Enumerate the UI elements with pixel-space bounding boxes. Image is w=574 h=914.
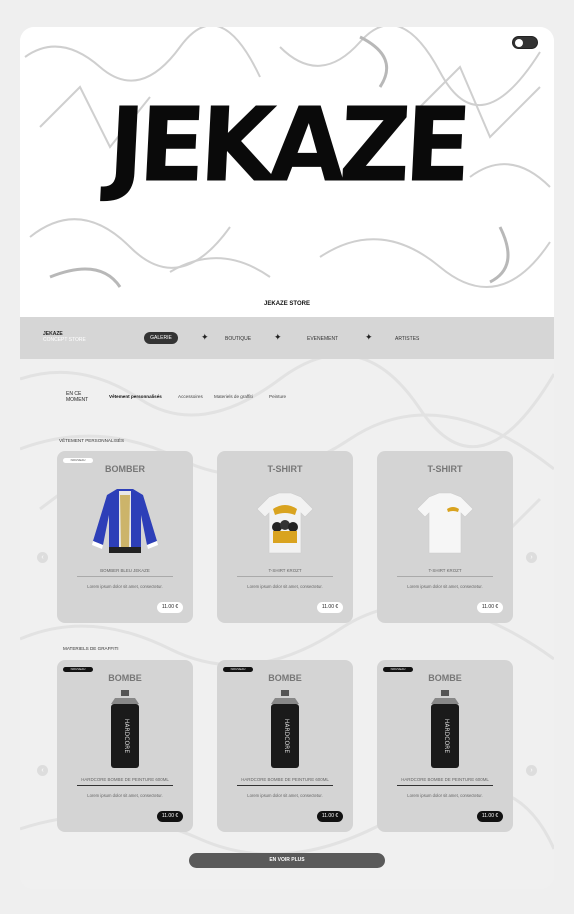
tab-vetement[interactable]: Vêtement personnalisés <box>109 394 162 399</box>
product-card[interactable]: NOUVEAU BOMBER BOMBER BLEU JEKAZE Lorem … <box>57 451 193 623</box>
card-title: BOMBER <box>105 464 145 474</box>
product-name: HARDCORE BOMBE DE PEINTURE 600ML <box>241 777 329 782</box>
product-card[interactable]: NOUVEAU BOMBE HARDCORE HARDCORE BOMBE DE… <box>377 660 513 832</box>
divider <box>237 576 333 577</box>
price-tag[interactable]: 11.00 € <box>157 602 183 613</box>
brand[interactable]: JEKAZE CONCEPT STORE <box>43 331 86 343</box>
new-badge: NOUVEAU <box>223 667 253 672</box>
nav-item-galerie[interactable]: GALERIE <box>144 332 178 344</box>
tshirt-print-image <box>256 492 314 554</box>
price-tag[interactable]: 11.00 € <box>317 602 343 613</box>
price-tag[interactable]: 11.00 € <box>477 811 503 822</box>
see-more-button[interactable]: EN VOIR PLUS <box>189 853 385 868</box>
tab-now-label: EN CE MOMENT <box>66 391 89 403</box>
can-label: HARDCORE <box>443 719 450 753</box>
brand-subtitle: CONCEPT STORE <box>43 337 86 343</box>
card-title: BOMBE <box>108 673 142 683</box>
arrow-left-icon[interactable]: ‹ <box>37 552 48 563</box>
new-badge: NOUVEAU <box>63 667 93 672</box>
product-description: Lorem ipsum dolor sit amet, consectetur. <box>247 793 323 798</box>
product-name: T-SHIRT KROZT <box>428 568 462 573</box>
sparkle-icon: ✦ <box>274 332 282 342</box>
can-label: HARDCORE <box>283 719 290 753</box>
arrow-right-icon[interactable]: › <box>526 765 537 776</box>
spray-can-image: HARDCORE <box>431 690 459 768</box>
bomber-jacket-image <box>92 489 158 553</box>
arrow-right-icon[interactable]: › <box>526 552 537 563</box>
section-title-graffiti: MATERIELS DE GRAFFITI <box>63 646 119 651</box>
product-description: Lorem ipsum dolor sit amet, consectetur. <box>87 793 163 798</box>
main-content: EN CE MOMENT Vêtement personnalisés Acce… <box>20 359 554 889</box>
product-card[interactable]: T-SHIRT T-SHIRT KROZT Lorem ipsum dolor … <box>377 451 513 623</box>
store-logo: JEKAZE <box>105 86 469 206</box>
divider <box>397 576 493 577</box>
tab-peinture[interactable]: Peinture <box>269 394 286 399</box>
product-card[interactable]: NOUVEAU BOMBE HARDCORE HARDCORE BOMBE DE… <box>57 660 193 832</box>
product-name: HARDCORE BOMBE DE PEINTURE 600ML <box>401 777 489 782</box>
arrow-left-icon[interactable]: ‹ <box>37 765 48 776</box>
price-tag[interactable]: 11.00 € <box>157 811 183 822</box>
nav-item-boutique[interactable]: BOUTIQUE <box>225 336 251 342</box>
price-tag[interactable]: 11.00 € <box>477 602 503 613</box>
tab-materiels[interactable]: Materiels de graffiti <box>214 394 253 399</box>
new-badge: NOUVEAU <box>63 458 93 463</box>
card-title: T-SHIRT <box>427 464 463 474</box>
page-frame: JEKAZE JEKAZE STORE JEKAZE CONCEPT STORE… <box>20 27 554 889</box>
spray-can-image: HARDCORE <box>271 690 299 768</box>
product-description: Lorem ipsum dolor sit amet, consectetur. <box>87 584 163 589</box>
new-badge: NOUVEAU <box>383 667 413 672</box>
divider <box>77 576 173 577</box>
divider <box>237 785 333 786</box>
main-nav: JEKAZE CONCEPT STORE GALERIE ✦ BOUTIQUE … <box>20 317 554 359</box>
nav-item-evenement[interactable]: EVENEMENT <box>307 336 338 342</box>
product-description: Lorem ipsum dolor sit amet, consectetur. <box>247 584 323 589</box>
sparkle-icon: ✦ <box>365 332 373 342</box>
card-title: BOMBE <box>428 673 462 683</box>
store-title: JEKAZE STORE <box>20 291 554 317</box>
nav-item-artistes[interactable]: ARTISTES <box>395 336 419 342</box>
product-card[interactable]: NOUVEAU BOMBE HARDCORE HARDCORE BOMBE DE… <box>217 660 353 832</box>
can-label: HARDCORE <box>123 719 130 753</box>
divider <box>397 785 493 786</box>
card-title: BOMBE <box>268 673 302 683</box>
hero-banner: JEKAZE <box>20 27 554 291</box>
section-title-clothing: VÊTEMENT PERSONNALISÉS <box>59 438 125 443</box>
tab-accessoires[interactable]: Accessoires <box>178 394 203 399</box>
card-title: T-SHIRT <box>267 464 303 474</box>
divider <box>77 785 173 786</box>
theme-toggle-switch[interactable] <box>512 36 538 49</box>
product-description: Lorem ipsum dolor sit amet, consectetur. <box>407 793 483 798</box>
product-name: HARDCORE BOMBE DE PEINTURE 600ML <box>81 777 169 782</box>
toggle-knob <box>515 39 523 47</box>
product-description: Lorem ipsum dolor sit amet, consectetur. <box>407 584 483 589</box>
product-card[interactable]: T-SHIRT T-SHIRT KROZT Lorem ipsum dolor … <box>217 451 353 623</box>
spray-can-image: HARDCORE <box>111 690 139 768</box>
price-tag[interactable]: 11.00 € <box>317 811 343 822</box>
product-name: T-SHIRT KROZT <box>268 568 302 573</box>
product-name: BOMBER BLEU JEKAZE <box>100 568 150 573</box>
sparkle-icon: ✦ <box>201 332 209 342</box>
tshirt-white-image <box>416 492 474 554</box>
